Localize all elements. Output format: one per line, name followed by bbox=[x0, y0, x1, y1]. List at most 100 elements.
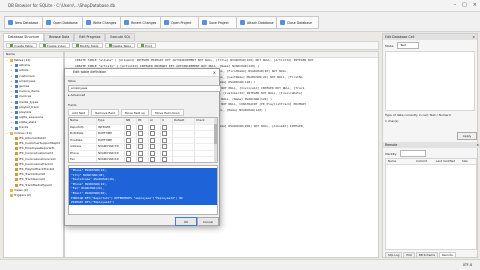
checkbox-nn[interactable] bbox=[126, 124, 131, 130]
field-u-cell[interactable] bbox=[161, 144, 173, 150]
field-name-cell[interactable]: Fax bbox=[69, 157, 97, 162]
field-name-cell[interactable]: BirthDate bbox=[69, 131, 97, 137]
field-pk-cell[interactable] bbox=[137, 137, 149, 143]
field-name-cell[interactable]: HireDate bbox=[69, 137, 97, 143]
ok-button[interactable]: OK bbox=[175, 217, 197, 226]
field-default-cell[interactable] bbox=[173, 124, 195, 130]
tab-db-schema[interactable]: DB Schema bbox=[415, 252, 438, 258]
field-default-cell[interactable] bbox=[173, 150, 195, 156]
field-name-cell[interactable]: ReportsTo bbox=[69, 124, 97, 130]
advanced-toggle[interactable]: ▸ Advanced bbox=[68, 93, 85, 97]
save-project-button[interactable]: Save Project bbox=[198, 16, 239, 29]
checkbox-nn[interactable] bbox=[126, 157, 131, 162]
checkbox-ai[interactable] bbox=[150, 137, 155, 143]
checkbox-u[interactable] bbox=[162, 124, 167, 130]
tab-browse-data[interactable]: Browse Data bbox=[44, 33, 75, 41]
checkbox-nn[interactable] bbox=[126, 137, 131, 143]
field-pk-cell[interactable] bbox=[137, 124, 149, 130]
checkbox-pk[interactable] bbox=[138, 150, 143, 156]
tab-plot[interactable]: Plot bbox=[403, 252, 415, 258]
checkbox-pk[interactable] bbox=[138, 131, 143, 136]
apply-button[interactable]: Apply bbox=[457, 132, 477, 140]
field-name-cell[interactable]: Address bbox=[69, 144, 97, 150]
field-type-cell[interactable]: NVARCHAR(70) bbox=[97, 144, 125, 150]
field-u-cell[interactable] bbox=[161, 137, 173, 143]
close-icon[interactable]: × bbox=[476, 142, 479, 148]
tab-sql-log[interactable]: SQL Log bbox=[385, 252, 403, 258]
maximize-icon[interactable]: □ bbox=[462, 2, 467, 8]
delete-table-button[interactable]: Delete Table bbox=[104, 43, 136, 48]
mode-select[interactable]: Text bbox=[397, 42, 420, 49]
checkbox-ai[interactable] bbox=[150, 157, 155, 162]
checkbox-nn[interactable] bbox=[126, 144, 131, 149]
create-index-button[interactable]: Create Index bbox=[38, 43, 70, 48]
field-type-cell[interactable]: INTEGER bbox=[97, 124, 125, 130]
field-pk-cell[interactable] bbox=[137, 150, 149, 156]
create-table-button[interactable]: Create Table bbox=[6, 43, 37, 48]
new-database-button[interactable]: New Database bbox=[4, 16, 45, 29]
field-u-cell[interactable] bbox=[161, 131, 173, 137]
open-project-button[interactable]: Open Project bbox=[160, 16, 201, 29]
fields-scroll-thumb[interactable] bbox=[214, 124, 217, 144]
checkbox-ai[interactable] bbox=[150, 131, 155, 136]
close-icon[interactable]: × bbox=[472, 34, 475, 40]
checkbox-nn[interactable] bbox=[126, 150, 131, 156]
minimize-icon[interactable]: – bbox=[454, 2, 457, 8]
checkbox-pk[interactable] bbox=[138, 137, 143, 143]
field-nn-cell[interactable] bbox=[125, 150, 137, 156]
checkbox-nn[interactable] bbox=[126, 131, 131, 136]
field-ai-cell[interactable] bbox=[149, 137, 161, 143]
field-ai-cell[interactable] bbox=[149, 144, 161, 150]
checkbox-u[interactable] bbox=[162, 150, 167, 156]
checkbox-pk[interactable] bbox=[138, 124, 143, 130]
tab-edit-pragmas[interactable]: Edit Pragmas bbox=[74, 33, 106, 41]
field-default-cell[interactable] bbox=[173, 144, 195, 150]
field-u-cell[interactable] bbox=[161, 124, 173, 130]
field-ai-cell[interactable] bbox=[149, 150, 161, 156]
cell-editor[interactable] bbox=[385, 51, 475, 111]
field-name-cell[interactable]: Phone bbox=[69, 150, 97, 156]
sql-preview[interactable]: "Phone" NVARCHAR(24), "City" NVARCHAR(40… bbox=[68, 165, 218, 215]
table-name-input[interactable]: employees bbox=[68, 85, 221, 92]
attach-database-button[interactable]: Attach Database bbox=[236, 16, 279, 29]
field-type-cell[interactable]: DATETIME bbox=[97, 137, 125, 143]
field-type-cell[interactable]: DATETIME bbox=[97, 131, 125, 137]
identity-select[interactable] bbox=[399, 150, 426, 157]
checkbox-pk[interactable] bbox=[138, 157, 143, 162]
field-default-cell[interactable] bbox=[173, 137, 195, 143]
field-pk-cell[interactable] bbox=[137, 131, 149, 137]
field-ai-cell[interactable] bbox=[149, 124, 161, 130]
field-nn-cell[interactable] bbox=[125, 157, 137, 162]
checkbox-pk[interactable] bbox=[138, 144, 143, 149]
field-pk-cell[interactable] bbox=[137, 144, 149, 150]
checkbox-u[interactable] bbox=[162, 137, 167, 143]
checkbox-u[interactable] bbox=[162, 144, 167, 149]
print-button[interactable]: Print bbox=[137, 43, 157, 48]
field-nn-cell[interactable] bbox=[125, 137, 137, 143]
tree-item[interactable]: Triggers (0) bbox=[4, 193, 63, 198]
fields-scrollbar[interactable] bbox=[214, 118, 217, 162]
tab-database-structure[interactable]: Database Structure bbox=[3, 33, 45, 41]
revert-changes-button[interactable]: Revert Changes bbox=[120, 16, 163, 29]
checkbox-ai[interactable] bbox=[150, 144, 155, 149]
tab-remote[interactable]: Remote bbox=[438, 252, 456, 258]
collapse-icon[interactable]: − bbox=[5, 58, 8, 63]
add-field-button[interactable]: Add field bbox=[68, 109, 90, 116]
checkbox-u[interactable] bbox=[162, 131, 167, 136]
tab-execute-sql[interactable]: Execute SQL bbox=[105, 33, 136, 41]
cancel-button[interactable]: Cancel bbox=[197, 217, 219, 226]
field-type-cell[interactable]: NVARCHAR(24) bbox=[97, 150, 125, 156]
close-database-button[interactable]: Close Database bbox=[276, 16, 319, 29]
write-changes-button[interactable]: Write Changes bbox=[82, 16, 123, 29]
field-ai-cell[interactable] bbox=[149, 157, 161, 162]
open-database-button[interactable]: Open Database bbox=[42, 16, 85, 29]
field-ai-cell[interactable] bbox=[149, 131, 161, 137]
field-default-cell[interactable] bbox=[173, 157, 195, 162]
field-nn-cell[interactable] bbox=[125, 144, 137, 150]
modify-table-button[interactable]: Modify Table bbox=[71, 43, 103, 48]
field-pk-cell[interactable] bbox=[137, 157, 149, 162]
move-field-down-button[interactable]: Move field down bbox=[151, 109, 184, 116]
expand-icon[interactable]: + bbox=[10, 125, 13, 130]
checkbox-ai[interactable] bbox=[150, 150, 155, 156]
field-nn-cell[interactable] bbox=[125, 124, 137, 130]
